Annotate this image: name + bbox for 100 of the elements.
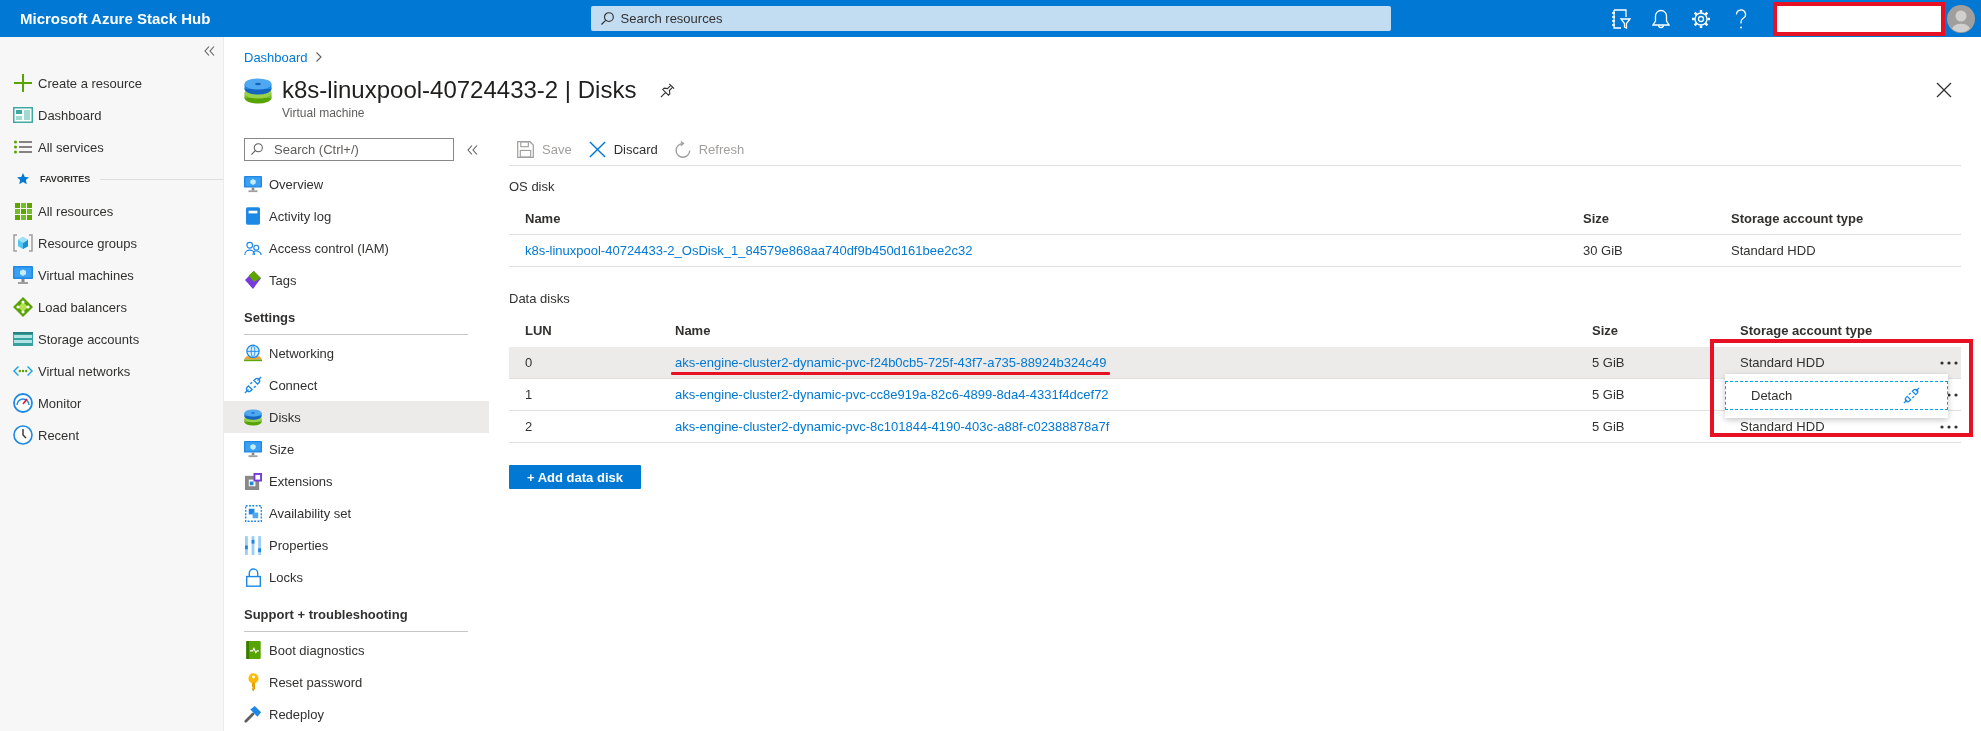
portal-title[interactable]: Microsoft Azure Stack Hub — [20, 10, 211, 27]
blade-menu-item[interactable]: Reset password — [224, 666, 489, 698]
table-cell-text: Standard HDD — [1740, 419, 1826, 434]
sidebar-item[interactable]: Monitor — [0, 387, 223, 419]
blade-menu-item[interactable]: Overview — [224, 168, 489, 200]
more-icon[interactable] — [1940, 424, 1958, 429]
blade-menu-item[interactable]: Extensions — [224, 465, 489, 497]
column-header: Size — [1583, 210, 1610, 227]
blade-menu-item[interactable]: Boot diagnostics — [224, 634, 489, 666]
pulse-icon — [245, 641, 261, 659]
sidebar-item[interactable]: Virtual networks — [0, 355, 223, 387]
sidebar-item[interactable]: Create a resource — [0, 67, 223, 99]
column-header: Size — [1592, 322, 1619, 339]
disk-name-link[interactable]: aks-engine-cluster2-dynamic-pvc-f24b0cb5-725f-43f7-a735-88924b324c49 — [675, 354, 1107, 371]
column-header: Name — [675, 322, 712, 339]
favorites-heading: FAVORITES — [40, 174, 91, 184]
table-cell-text: 2 — [525, 419, 534, 434]
blade-menu-item[interactable]: Properties — [224, 529, 489, 561]
page-title: k8s-linuxpool-40724433-2 | Disks — [282, 75, 637, 105]
sidebar-item[interactable]: Recent — [0, 419, 223, 451]
disk-name-link[interactable]: k8s-linuxpool-40724433-2_OsDisk_1_84579e868aa740df9b450d161bee2c32 — [525, 242, 973, 259]
table-cell-text: 30 GiB — [1583, 243, 1624, 258]
sidebar-item[interactable]: All services — [0, 131, 223, 163]
grid-icon — [14, 202, 32, 220]
table-cell-text: Standard HDD — [1731, 243, 1817, 258]
plug-icon — [244, 376, 262, 394]
extension-icon — [244, 472, 262, 490]
column-header: Storage account type — [1740, 322, 1874, 339]
save-icon — [517, 141, 534, 158]
blade-menu-item[interactable]: Activity log — [224, 200, 489, 232]
book-icon — [246, 207, 260, 225]
more-icon[interactable] — [1940, 360, 1958, 365]
gauge-icon — [13, 393, 33, 413]
brackets-dots-icon — [13, 365, 33, 377]
menu-section-heading: Support + troubleshooting — [244, 607, 408, 622]
clock-icon — [13, 425, 33, 445]
sidebar-item[interactable]: Virtual machines — [0, 259, 223, 291]
disk-name-link[interactable]: aks-engine-cluster2-dynamic-pvc-8c101844-4190-403c-a88f-c02388878a7f — [675, 418, 1110, 435]
column-header: LUN — [525, 322, 553, 339]
help-icon[interactable] — [1735, 8, 1747, 29]
blade-menu-item[interactable]: Redeploy — [224, 698, 489, 730]
table-cell-text: 5 GiB — [1592, 419, 1626, 434]
table-cell-text: 1 — [525, 387, 534, 402]
refresh-icon — [674, 141, 691, 158]
blade-menu-item[interactable]: Locks — [224, 561, 489, 593]
column-header: Name — [525, 210, 562, 227]
blade-menu-item[interactable]: Access control (IAM) — [224, 232, 489, 264]
blade-menu-item[interactable]: Availability set — [224, 497, 489, 529]
tag-icon — [245, 271, 261, 289]
avatar-icon[interactable] — [1947, 4, 1975, 33]
settings-icon[interactable] — [1691, 8, 1711, 29]
bell-icon[interactable] — [1652, 8, 1670, 29]
table-cell-text: 0 — [525, 355, 534, 370]
table-row[interactable]: 0 aks-engine-cluster2-dynamic-pvc-f24b0cb5-725f-43f7-a735-88924b324c49 5 GiB Standard HDD — [509, 347, 1961, 379]
section-title: OS disk — [509, 178, 556, 196]
star-icon — [17, 173, 29, 185]
section-title: Data disks — [509, 290, 571, 308]
disk-icon — [244, 408, 262, 426]
plug-icon — [1903, 387, 1920, 404]
dashboard-icon — [13, 107, 33, 123]
breadcrumb-link[interactable]: Dashboard — [244, 49, 308, 65]
monitor-icon — [13, 266, 33, 284]
search-icon — [600, 12, 614, 25]
menu-item[interactable]: Detach — [1725, 381, 1948, 410]
disk-icon — [244, 78, 272, 104]
search-field[interactable]: Search resources — [590, 6, 1391, 31]
sidebar-item[interactable]: Load balancers — [0, 291, 223, 323]
sliders-icon — [245, 535, 261, 555]
sidebar-item[interactable]: Resource groups — [0, 227, 223, 259]
close-icon[interactable] — [1936, 82, 1952, 98]
search-icon — [251, 143, 263, 155]
disk-name-link[interactable]: aks-engine-cluster2-dynamic-pvc-cc8e919a-82c6-4899-8da4-4331f4dcef72 — [675, 386, 1109, 403]
sidebar-item[interactable]: Storage accounts — [0, 323, 223, 355]
double-chevron-icon[interactable] — [204, 46, 215, 56]
search-field[interactable]: Search (Ctrl+/) — [244, 138, 454, 161]
globe-icon — [244, 344, 262, 362]
add-data-disk-button[interactable]: + Add data disk — [509, 465, 641, 489]
diamond-icon — [13, 297, 33, 317]
monitor-icon — [244, 440, 262, 458]
monitor-icon — [244, 175, 262, 193]
lock-icon — [245, 567, 261, 587]
double-chevron-icon[interactable] — [467, 144, 478, 155]
sidebar-item[interactable]: Dashboard — [0, 99, 223, 131]
blade-menu-item[interactable]: Size — [224, 433, 489, 465]
hammer-icon — [244, 705, 262, 723]
blade-menu-item[interactable]: Tags — [224, 264, 489, 296]
people-icon — [244, 239, 262, 257]
plus-icon — [14, 74, 32, 92]
column-header: Storage account type — [1731, 210, 1865, 227]
sidebar-item[interactable]: All resources — [0, 195, 223, 227]
table-cell-text: 5 GiB — [1592, 387, 1626, 402]
pin-icon[interactable] — [660, 82, 676, 98]
discard-button[interactable]: Discard — [588, 141, 658, 158]
directory-filter-icon[interactable] — [1611, 8, 1631, 29]
blade-menu-item[interactable]: Networking — [224, 337, 489, 369]
table-cell-text: 5 GiB — [1592, 355, 1626, 370]
cube-icon — [13, 234, 33, 252]
x-icon — [588, 141, 606, 158]
blade-menu-item[interactable]: Connect — [224, 369, 489, 401]
blade-menu-item[interactable]: Disks — [224, 401, 489, 433]
